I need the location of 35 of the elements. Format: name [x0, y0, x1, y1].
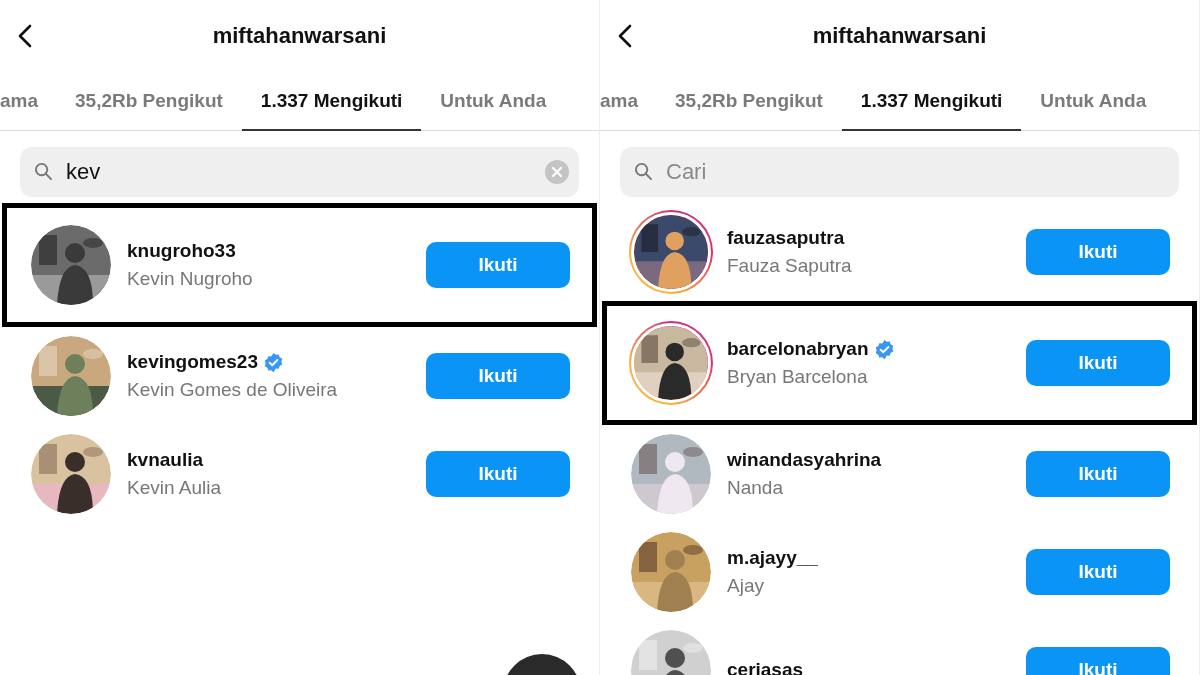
- account-full-name: Fauza Saputra: [727, 255, 853, 277]
- account-full-name: Kevin Gomes de Oliveira: [127, 379, 339, 401]
- back-icon[interactable]: [18, 24, 32, 48]
- tab[interactable]: ama: [0, 72, 57, 131]
- follow-button[interactable]: Ikuti: [426, 353, 570, 399]
- tab[interactable]: Untuk Anda: [421, 72, 566, 131]
- search-field[interactable]: Cari: [620, 147, 1179, 197]
- profile-username: miftahanwarsani: [212, 23, 387, 49]
- account-full-name: Nanda: [727, 477, 784, 499]
- account-username[interactable]: barcelonabryan: [727, 338, 869, 360]
- account-username[interactable]: winandasyahrina: [727, 449, 882, 471]
- back-icon[interactable]: [618, 24, 632, 48]
- tab[interactable]: ama: [600, 72, 657, 131]
- profile-username: miftahanwarsani: [812, 23, 987, 49]
- follow-button[interactable]: Ikuti: [1026, 549, 1170, 595]
- account-full-name: Kevin Aulia: [127, 477, 222, 499]
- account-username[interactable]: knugroho33: [127, 240, 236, 262]
- tab[interactable]: 35,2Rb Pengikut: [656, 72, 842, 131]
- account-full-name: Ajay: [727, 575, 765, 597]
- tab[interactable]: 1.337 Mengikuti: [241, 72, 422, 131]
- search-field[interactable]: kev: [20, 147, 579, 197]
- follow-button[interactable]: Ikuti: [1026, 451, 1170, 497]
- account-username[interactable]: fauzasaputra: [727, 227, 845, 249]
- account-full-name: Bryan Barcelona: [727, 366, 869, 388]
- follow-button[interactable]: Ikuti: [426, 451, 570, 497]
- follow-button[interactable]: Ikuti: [426, 242, 570, 288]
- follow-button[interactable]: Ikuti: [1026, 229, 1170, 275]
- account-full-name: Kevin Nugroho: [127, 268, 254, 290]
- tab[interactable]: 1.337 Mengikuti: [841, 72, 1022, 131]
- tab[interactable]: Untuk Anda: [1021, 72, 1166, 131]
- follow-button[interactable]: Ikuti: [1026, 340, 1170, 386]
- account-username[interactable]: kvnaulia: [127, 449, 204, 471]
- account-username[interactable]: kevingomes23: [127, 351, 258, 373]
- account-username[interactable]: m.ajayy__: [727, 547, 818, 569]
- tab[interactable]: 35,2Rb Pengikut: [56, 72, 242, 131]
